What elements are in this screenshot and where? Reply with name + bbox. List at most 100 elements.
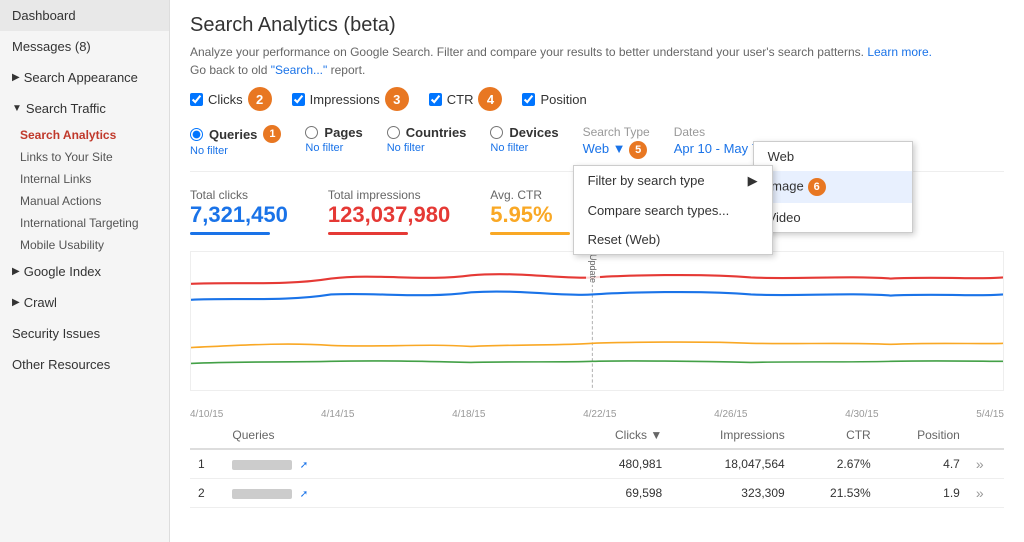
clicks-checkbox[interactable]: Clicks 2	[190, 87, 272, 111]
position-checkbox[interactable]: Position	[522, 92, 586, 107]
devices-filter-label: Devices	[509, 125, 558, 140]
row-2-num: 2	[190, 479, 224, 508]
triangle-icon: ▶	[12, 72, 20, 83]
sidebar-item-mobile-usability[interactable]: Mobile Usability	[0, 234, 169, 256]
col-queries[interactable]: Queries	[224, 422, 550, 449]
x-label-6: 5/4/15	[976, 409, 1004, 420]
impressions-checkbox[interactable]: Impressions 3	[292, 87, 409, 111]
dates-header: Dates	[674, 125, 776, 139]
row-1-arrow[interactable]: »	[968, 449, 1004, 479]
row-1-link-icon[interactable]: ➚	[300, 460, 312, 470]
compare-search-types-item[interactable]: Compare search types...	[574, 196, 772, 225]
col-impressions[interactable]: Impressions	[670, 422, 792, 449]
devices-radio[interactable]	[490, 126, 503, 139]
chart-x-labels: 4/10/15 4/14/15 4/18/15 4/22/15 4/26/15 …	[190, 407, 1004, 422]
total-clicks-title: Total clicks	[190, 188, 288, 202]
countries-filter-dropdown[interactable]: No filter	[387, 142, 467, 154]
row-2-ctr: 21.53%	[793, 479, 879, 508]
table-row: 2 ➚ 69,598 323,309 21.53% 1.9 »	[190, 479, 1004, 508]
row-2-empty	[550, 479, 574, 508]
sidebar-item-internal-links[interactable]: Internal Links	[0, 168, 169, 190]
sidebar-crawl-label: Crawl	[24, 295, 57, 310]
x-label-5: 4/30/15	[845, 409, 878, 420]
search-type-dropdown-container: Web ▼ 5 Filter by search type ▶ Compare …	[583, 141, 650, 159]
pages-filter-dropdown[interactable]: No filter	[305, 142, 362, 154]
sidebar-section-label: Search Traffic	[26, 101, 106, 116]
web-option[interactable]: Web	[754, 142, 912, 171]
countries-radio[interactable]	[387, 126, 400, 139]
row-1-empty	[550, 449, 574, 479]
x-label-0: 4/10/15	[190, 409, 223, 420]
row-1-num: 1	[190, 449, 224, 479]
impressions-label: Impressions	[310, 92, 380, 107]
position-label: Position	[540, 92, 586, 107]
queries-radio[interactable]	[190, 128, 203, 141]
ctr-label: CTR	[447, 92, 474, 107]
col-empty	[550, 422, 574, 449]
sidebar-item-google-index[interactable]: ▶ Google Index	[0, 256, 169, 287]
video-option[interactable]: Video	[754, 203, 912, 232]
row-1-chevron-icon: »	[976, 456, 984, 472]
row-2-clicks: 69,598	[574, 479, 670, 508]
sidebar-item-crawl[interactable]: ▶ Crawl	[0, 287, 169, 318]
row-2-query-bar	[232, 489, 292, 499]
col-clicks[interactable]: Clicks ▼	[574, 422, 670, 449]
reset-web-item[interactable]: Reset (Web)	[574, 225, 772, 254]
row-2-impressions: 323,309	[670, 479, 792, 508]
x-label-3: 4/22/15	[583, 409, 616, 420]
col-ctr[interactable]: CTR	[793, 422, 879, 449]
total-clicks-value: 7,321,450	[190, 202, 288, 228]
row-2-chevron-icon: »	[976, 485, 984, 501]
sidebar-item-other-resources[interactable]: Other Resources	[0, 349, 169, 380]
sidebar-item-manual-actions[interactable]: Manual Actions	[0, 190, 169, 212]
triangle-icon: ▶	[12, 297, 20, 308]
avg-ctr-bar	[490, 232, 570, 235]
pages-filter-label: Pages	[324, 125, 362, 140]
old-report-text: Go back to old "Search..." report.	[190, 63, 1004, 77]
old-search-link[interactable]: "Search..."	[271, 63, 328, 77]
chart-update-label: Update	[586, 252, 600, 285]
sidebar-item-search-traffic[interactable]: ▼ Search Traffic	[0, 93, 169, 124]
pages-radio[interactable]	[305, 126, 318, 139]
image-option[interactable]: Image6	[754, 171, 912, 203]
queries-filter-label: Queries	[209, 127, 257, 142]
filter-group-search-type: Search Type Web ▼ 5 Filter by search typ…	[583, 125, 650, 159]
sidebar-item-security-issues[interactable]: Security Issues	[0, 318, 169, 349]
filter-group-devices: Devices No filter	[490, 125, 558, 154]
col-position[interactable]: Position	[879, 422, 968, 449]
sidebar-item-links-to-site[interactable]: Links to Your Site	[0, 146, 169, 168]
image-submenu: Web Image6 Video	[753, 141, 913, 233]
row-1-query-bar	[232, 460, 292, 470]
filter-group-queries: Queries 1 No filter	[190, 125, 281, 157]
row-2-arrow[interactable]: »	[968, 479, 1004, 508]
badge-3: 3	[385, 87, 409, 111]
queries-filter-dropdown[interactable]: No filter	[190, 145, 281, 157]
filter-by-search-type-item[interactable]: Filter by search type ▶	[574, 166, 772, 196]
search-type-value[interactable]: Web ▼ 5	[583, 141, 648, 156]
badge-4: 4	[478, 87, 502, 111]
filter-group-countries: Countries No filter	[387, 125, 467, 154]
ctr-checkbox[interactable]: CTR 4	[429, 87, 503, 111]
row-1-ctr: 2.67%	[793, 449, 879, 479]
search-type-header: Search Type	[583, 125, 650, 139]
sidebar-item-international-targeting[interactable]: International Targeting	[0, 212, 169, 234]
stat-total-clicks: Total clicks 7,321,450	[190, 188, 288, 235]
metric-checkboxes: Clicks 2 Impressions 3 CTR 4 Position	[190, 87, 1004, 111]
col-arrow	[968, 422, 1004, 449]
row-1-clicks: 480,981	[574, 449, 670, 479]
learn-more-link[interactable]: Learn more.	[867, 45, 932, 59]
row-1-impressions: 18,047,564	[670, 449, 792, 479]
sidebar-item-search-appearance[interactable]: ▶ Search Appearance	[0, 62, 169, 93]
stat-avg-ctr: Avg. CTR 5.95%	[490, 188, 570, 235]
badge-5: 5	[629, 141, 647, 159]
clicks-label: Clicks	[208, 92, 243, 107]
search-type-menu: Filter by search type ▶ Compare search t…	[573, 165, 773, 255]
total-impressions-title: Total impressions	[328, 188, 450, 202]
sidebar-item-search-analytics[interactable]: Search Analytics	[0, 124, 169, 146]
row-2-link-icon[interactable]: ➚	[300, 489, 312, 499]
sidebar-item-messages[interactable]: Messages (8)	[0, 31, 169, 62]
chart-area: Update	[190, 251, 1004, 391]
arrow-right-icon: ▶	[748, 173, 758, 189]
sidebar-item-dashboard[interactable]: Dashboard	[0, 0, 169, 31]
devices-filter-dropdown[interactable]: No filter	[490, 142, 558, 154]
